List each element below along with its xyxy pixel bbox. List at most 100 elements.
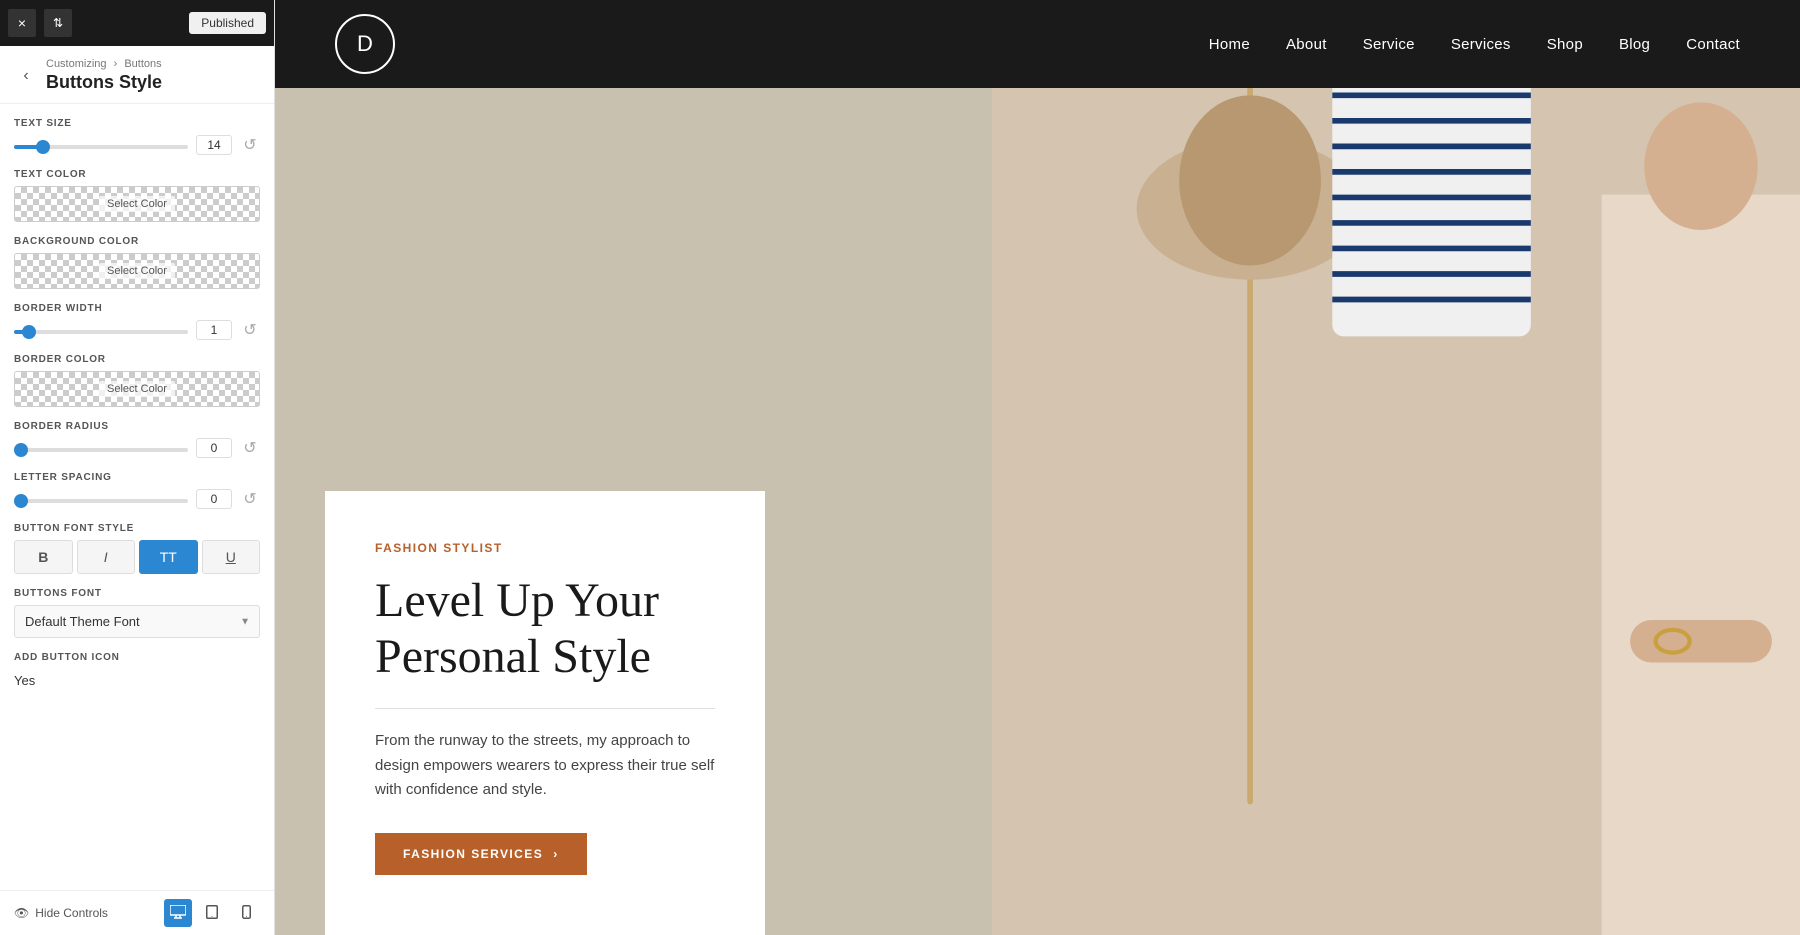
font-style-buttons: B I TT U [14,540,260,574]
breadcrumb: Customizing › Buttons [46,58,260,70]
nav-link-blog[interactable]: Blog [1619,36,1650,53]
underline-button[interactable]: U [202,540,261,574]
tt-button[interactable]: TT [139,540,198,574]
nav-link-about[interactable]: About [1286,36,1327,53]
card-divider [375,708,715,709]
letter-spacing-label: LETTER SPACING [14,472,260,483]
background-color-placeholder: Select Color [99,263,175,279]
desktop-view-button[interactable] [164,899,192,927]
card-heading-line1: Level Up Your [375,574,659,627]
background-color-group: BACKGROUND COLOR Select Color [14,236,260,289]
border-color-swatch[interactable]: Select Color [14,371,260,407]
back-button[interactable]: ‹ [14,64,38,88]
desktop-icon [170,905,186,922]
border-radius-reset[interactable]: ↺ [240,438,260,458]
border-width-value[interactable]: 1 [196,320,232,340]
border-radius-slider[interactable] [14,448,188,452]
tablet-view-button[interactable] [198,899,226,927]
sort-icon: ⇅ [53,16,63,30]
border-color-group: BORDER COLOR Select Color [14,354,260,407]
hide-controls-label: Hide Controls [35,906,108,920]
button-font-style-label: BUTTON FONT STYLE [14,523,260,534]
mobile-icon [242,905,251,922]
letter-spacing-reset[interactable]: ↺ [240,489,260,509]
cta-arrow-icon: › [553,847,558,861]
breadcrumb-part1: Customizing [46,58,107,70]
breadcrumb-area: Customizing › Buttons Buttons Style [46,58,260,93]
cta-button[interactable]: FASHION SERVICES › [375,833,587,875]
close-icon: × [18,15,26,31]
close-button[interactable]: × [8,9,36,37]
cta-label: FASHION SERVICES [403,847,543,861]
border-radius-label: BORDER RADIUS [14,421,260,432]
footer-icons [164,899,260,927]
card-heading: Level Up Your Personal Style [375,573,715,683]
preview-nav: D Home About Service Services Shop Blog … [275,0,1800,88]
border-width-row: 1 ↺ [14,320,260,340]
text-color-group: TEXT COLOR Select Color [14,169,260,222]
card-heading-line2: Personal Style [375,630,651,683]
background-color-swatch[interactable]: Select Color [14,253,260,289]
nav-link-home[interactable]: Home [1209,36,1250,53]
panel-header: ‹ Customizing › Buttons Buttons Style [0,46,274,104]
preview-area: D Home About Service Services Shop Blog … [275,0,1800,935]
border-width-slider[interactable] [14,330,188,334]
nav-link-contact[interactable]: Contact [1686,36,1740,53]
letter-spacing-slider-wrap [14,490,188,508]
back-icon: ‹ [23,67,28,85]
text-size-label: TEXT SIZE [14,118,260,129]
add-button-icon-value: Yes [14,669,260,692]
border-color-label: BORDER COLOR [14,354,260,365]
text-color-placeholder: Select Color [99,196,175,212]
nav-logo: D [335,14,395,74]
text-size-row: 14 ↺ [14,135,260,155]
text-size-slider-wrap [14,136,188,154]
border-width-group: BORDER WIDTH 1 ↺ [14,303,260,340]
border-radius-row: 0 ↺ [14,438,260,458]
border-width-reset[interactable]: ↺ [240,320,260,340]
card-tag: FASHION STYLIST [375,541,715,555]
fashion-illustration [992,88,1800,935]
text-color-swatch[interactable]: Select Color [14,186,260,222]
border-radius-group: BORDER RADIUS 0 ↺ [14,421,260,458]
buttons-font-select-wrap: Default Theme Font Arial Georgia Helveti… [14,605,260,638]
letter-spacing-row: 0 ↺ [14,489,260,509]
logo-letter: D [357,31,373,57]
panel-body: TEXT SIZE 14 ↺ TEXT COLOR Select Color B… [0,104,274,890]
tablet-icon [206,905,218,922]
letter-spacing-value[interactable]: 0 [196,489,232,509]
buttons-font-group: BUTTONS FONT Default Theme Font Arial Ge… [14,588,260,638]
nav-link-services[interactable]: Services [1451,36,1511,53]
eye-icon: 👁 [14,906,29,920]
border-radius-value[interactable]: 0 [196,438,232,458]
border-radius-slider-wrap [14,439,188,457]
button-font-style-group: BUTTON FONT STYLE B I TT U [14,523,260,574]
mobile-view-button[interactable] [232,899,260,927]
letter-spacing-slider[interactable] [14,499,188,503]
italic-button[interactable]: I [77,540,136,574]
nav-link-service[interactable]: Service [1363,36,1415,53]
nav-link-shop[interactable]: Shop [1547,36,1583,53]
add-button-icon-label: ADD BUTTON ICON [14,652,260,663]
text-size-reset[interactable]: ↺ [240,135,260,155]
panel-title: Buttons Style [46,72,260,93]
sort-button[interactable]: ⇅ [44,9,72,37]
border-width-slider-wrap [14,321,188,339]
bold-button[interactable]: B [14,540,73,574]
buttons-font-select[interactable]: Default Theme Font Arial Georgia Helveti… [14,605,260,638]
nav-links: Home About Service Services Shop Blog Co… [1209,36,1740,53]
buttons-font-label: BUTTONS FONT [14,588,260,599]
left-panel: × ⇅ Published ‹ Customizing › Buttons Bu… [0,0,275,935]
breadcrumb-part2: Buttons [124,58,161,70]
hide-controls-button[interactable]: 👁 Hide Controls [14,906,108,920]
text-color-label: TEXT COLOR [14,169,260,180]
published-button[interactable]: Published [189,12,266,34]
add-button-icon-group: ADD BUTTON ICON Yes [14,652,260,692]
border-color-placeholder: Select Color [99,381,175,397]
panel-footer: 👁 Hide Controls [0,890,274,935]
text-size-slider[interactable] [14,145,188,149]
panel-topbar: × ⇅ Published [0,0,274,46]
breadcrumb-arrow: › [114,58,118,70]
text-size-value[interactable]: 14 [196,135,232,155]
text-size-group: TEXT SIZE 14 ↺ [14,118,260,155]
